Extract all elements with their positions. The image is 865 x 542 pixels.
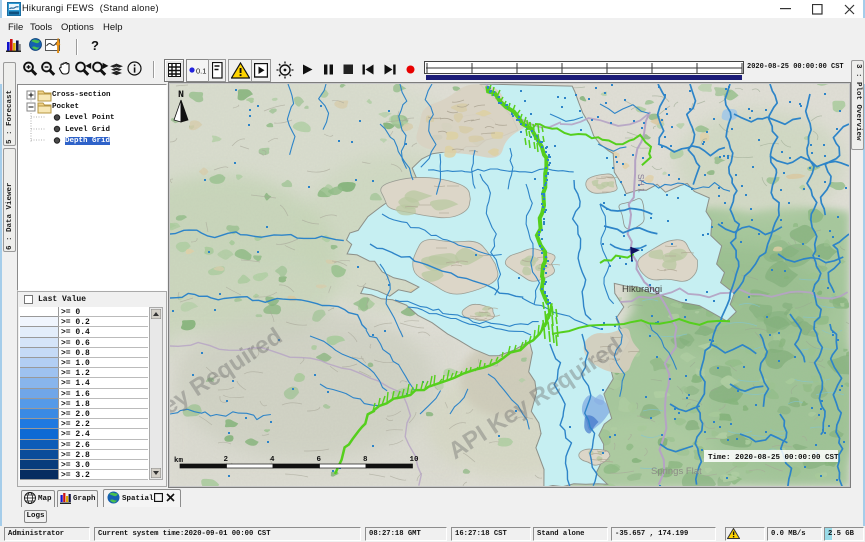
svg-text:8: 8 bbox=[363, 456, 368, 464]
svg-text:4: 4 bbox=[270, 456, 275, 464]
svg-text:6: 6 bbox=[317, 456, 322, 464]
svg-text:Hikurangi: Hikurangi bbox=[622, 284, 662, 295]
svg-text:SH 1: SH 1 bbox=[636, 174, 647, 194]
svg-text:2: 2 bbox=[224, 456, 229, 464]
svg-text:0.1: 0.1 bbox=[196, 67, 206, 76]
svg-text:Springs Flat: Springs Flat bbox=[651, 466, 702, 477]
svg-text:Time: 2020-08-25 00:00:00 CST: Time: 2020-08-25 00:00:00 CST bbox=[708, 454, 839, 462]
svg-text:10: 10 bbox=[410, 456, 420, 464]
svg-text:N: N bbox=[178, 90, 184, 101]
